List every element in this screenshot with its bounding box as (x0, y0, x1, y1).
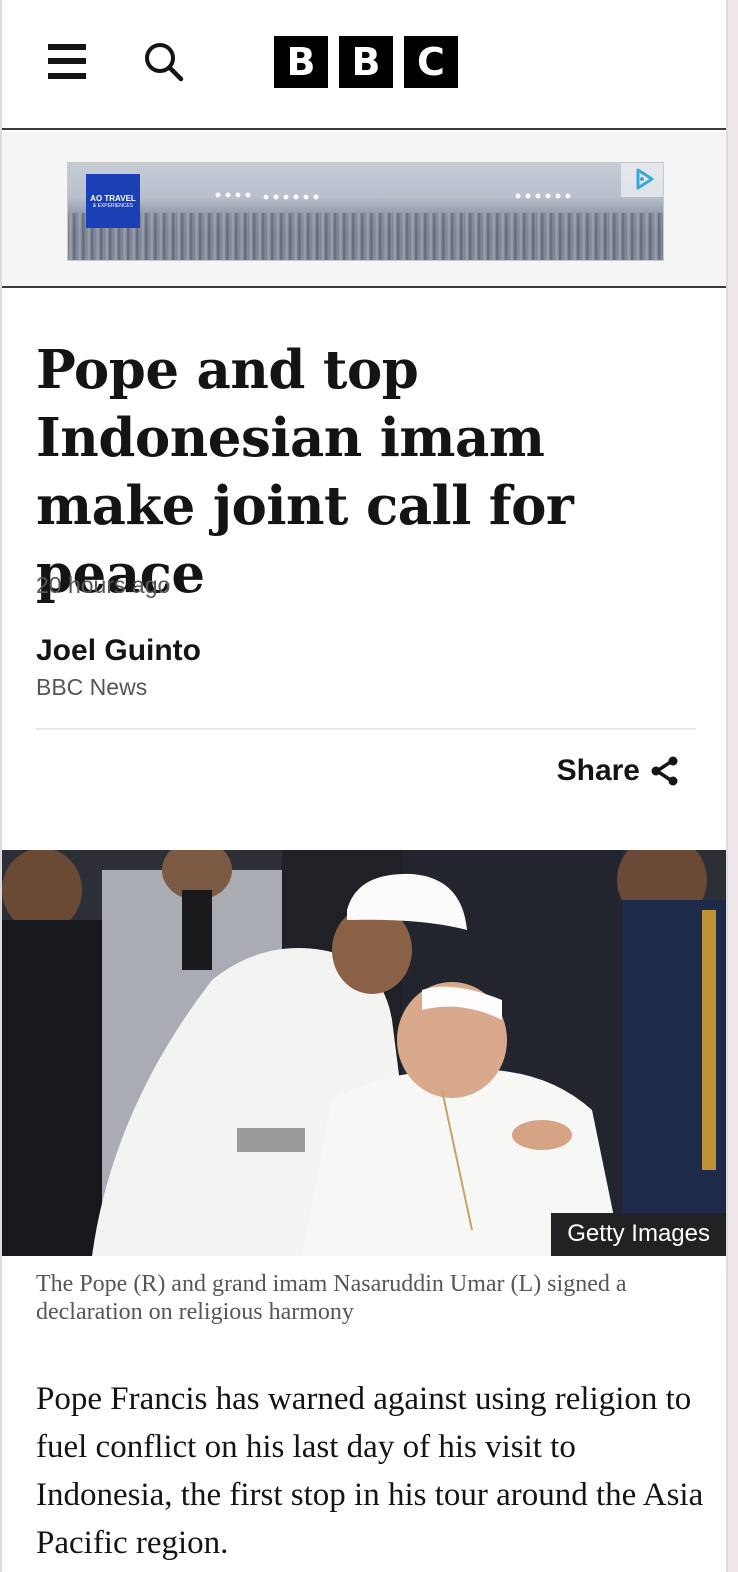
menu-button[interactable] (46, 42, 90, 82)
hamburger-icon-bar (48, 73, 86, 79)
logo-letter: C (404, 36, 458, 88)
author-organisation: BBC News (36, 674, 148, 700)
advertisement-area: AO TRAVEL & EXPERIENCES (2, 132, 726, 288)
share-icon (651, 756, 678, 786)
article-headline: Pope and top Indonesian imam make joint … (36, 339, 574, 605)
bbc-logo[interactable]: B B C (274, 36, 458, 88)
window-edge (728, 0, 738, 1572)
ad-banner[interactable]: AO TRAVEL & EXPERIENCES (67, 162, 664, 261)
article-timestamp: 20 hours ago (36, 572, 171, 598)
search-icon (145, 43, 184, 82)
ad-choices-button[interactable] (621, 163, 663, 197)
share-label: Share (556, 754, 640, 787)
photo-caption: The Pope (R) and grand imam Nasaruddin U… (36, 1271, 627, 1325)
site-header: B B C (2, 0, 726, 130)
logo-letter: B (339, 36, 393, 88)
stadium-crowd (68, 213, 663, 260)
hamburger-icon-bar (48, 58, 86, 64)
stadium-lights (215, 192, 571, 200)
photo-illustration (2, 850, 726, 1256)
adchoices-icon (636, 168, 654, 190)
author-name[interactable]: Joel Guinto (36, 634, 201, 668)
byline-divider (36, 728, 696, 730)
hamburger-icon (48, 44, 86, 50)
ad-brand-subline: & EXPERIENCES (92, 203, 134, 209)
share-button[interactable]: Share (557, 754, 680, 788)
lead-paragraph: Pope Francis has warned against using re… (36, 1381, 704, 1561)
article-photo: Getty Images (2, 850, 726, 1256)
search-button[interactable] (142, 40, 186, 84)
ad-brand-logo: AO TRAVEL & EXPERIENCES (86, 174, 140, 228)
image-credit: Getty Images (551, 1213, 726, 1256)
page-frame: B B C AO TRAVEL & EXPERIENCES Pope and t… (0, 0, 728, 1572)
logo-letter: B (274, 36, 328, 88)
ad-brand-line: AO TRAVEL (90, 194, 136, 203)
